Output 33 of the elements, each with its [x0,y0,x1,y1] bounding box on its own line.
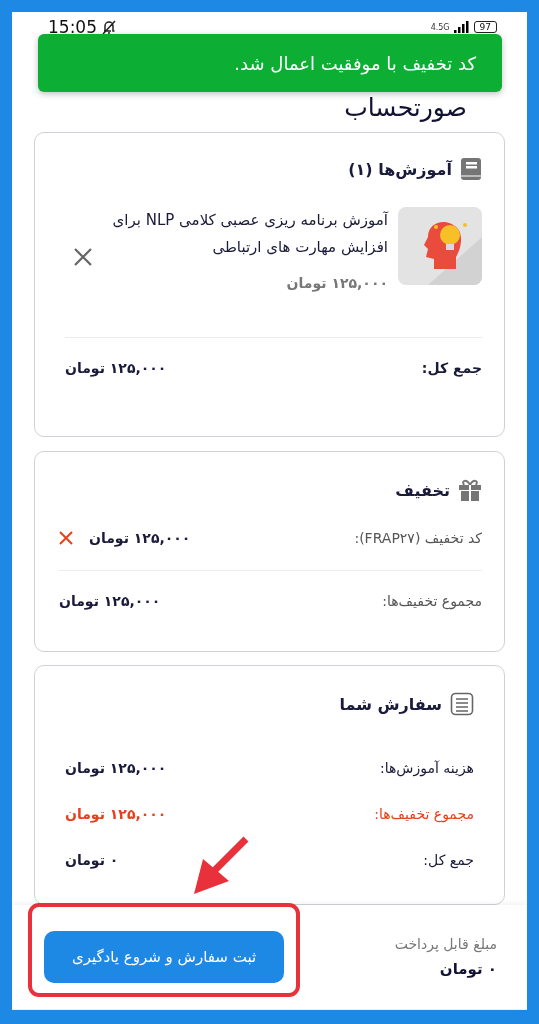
battery-level: 97 [473,21,497,33]
list-icon [450,692,474,716]
summary-label: مجموع تخفیف‌ها: [374,806,474,822]
muted-bell-icon [101,19,117,35]
pointer-arrow [194,836,249,894]
summary-value: ۱۲۵,۰۰۰ تومان [65,806,167,822]
discount-sum-label: مجموع تخفیف‌ها: [382,593,482,609]
submit-order-button[interactable]: ثبت سفارش و شروع یادگیری [44,931,284,983]
clock: 15:05 [48,17,97,37]
book-icon [460,157,482,181]
total-label: جمع کل: [421,360,482,376]
summary-value: ۰ تومان [65,852,119,868]
remove-icon[interactable] [73,247,93,267]
section-title: سفارش شما [339,694,442,714]
summary-label: هزینه آموزش‌ها: [379,760,474,776]
payable-amount: ۰ تومان [438,960,497,978]
signal-icon [453,21,470,33]
discount-code-label: کد تخفیف (FRAP۲۷): [354,530,482,546]
summary-label: جمع کل: [423,852,474,868]
section-title: تخفیف [395,480,450,500]
remove-icon[interactable] [59,531,73,545]
page-title: صورتحساب [344,93,467,122]
section-title: آموزش‌ها (۱) [348,159,452,179]
gift-icon [458,478,482,502]
total-value: ۱۲۵,۰۰۰ تومان [65,360,167,376]
course-price: ۱۲۵,۰۰۰ تومان [285,275,388,291]
discount-sum-value: ۱۲۵,۰۰۰ تومان [59,593,161,609]
discount-amount: ۱۲۵,۰۰۰ تومان [89,530,191,546]
summary-value: ۱۲۵,۰۰۰ تومان [65,760,167,776]
network-type: 4.5G [430,22,450,32]
payable-label: مبلغ قابل پرداخت [394,936,497,952]
toast-message: کد تخفیف با موفقیت اعمال شد. [234,52,476,74]
course-title: آموزش برنامه ریزی عصبی کلامی NLP برای افزایش مهارت های ارتباطی [111,210,388,258]
